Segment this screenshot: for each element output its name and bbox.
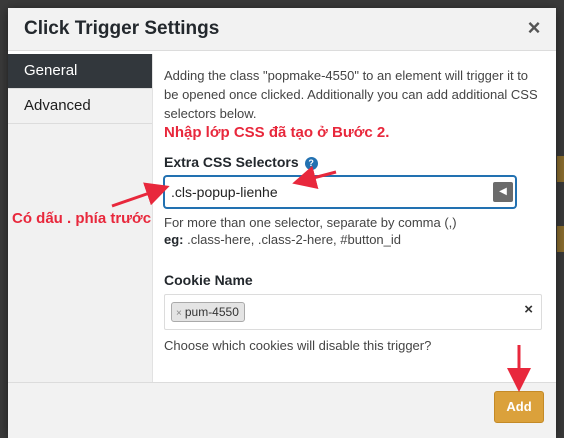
modal-title: Click Trigger Settings — [24, 18, 220, 39]
cookie-chip: × pum-4550 — [171, 302, 245, 322]
cookie-chip-label: pum-4550 — [184, 305, 239, 319]
extra-css-example: eg: .class-here, .class-2-here, #button_… — [164, 230, 401, 249]
modal-header: Click Trigger Settings × — [8, 8, 556, 51]
clear-icon[interactable]: × — [524, 301, 533, 318]
help-icon[interactable]: ? — [304, 157, 318, 170]
cookie-select[interactable]: × pum-4550 × — [164, 294, 542, 330]
tab-advanced[interactable]: Advanced — [8, 89, 152, 124]
caret-left-icon[interactable]: ◀ — [493, 182, 513, 202]
chip-remove-icon[interactable]: × — [176, 308, 182, 319]
extra-css-label: Extra CSS Selectors? — [164, 154, 318, 170]
extra-css-input[interactable] — [171, 181, 481, 203]
close-icon[interactable]: × — [522, 16, 546, 40]
step-annotation: Nhập lớp CSS đã tạo ở Bước 2. — [164, 124, 390, 141]
example-text: .class-here, .class-2-here, #button_id — [183, 232, 401, 247]
extra-css-label-text: Extra CSS Selectors — [164, 154, 299, 170]
backdrop — [0, 0, 8, 437]
add-button[interactable]: Add — [494, 391, 544, 423]
tab-general[interactable]: General — [8, 54, 152, 89]
dot-annotation: Có dấu . phía trước — [12, 210, 152, 227]
extra-css-field[interactable]: ◀ — [164, 176, 516, 208]
example-label: eg: — [164, 232, 184, 247]
intro-text: Adding the class "popmake-4550" to an el… — [164, 68, 538, 121]
backdrop-accent — [557, 156, 564, 182]
modal-footer: Add — [8, 382, 556, 438]
cookie-name-label: Cookie Name — [164, 272, 253, 288]
backdrop-accent — [557, 226, 564, 252]
cookie-desc: Choose which cookies will disable this t… — [164, 338, 432, 353]
